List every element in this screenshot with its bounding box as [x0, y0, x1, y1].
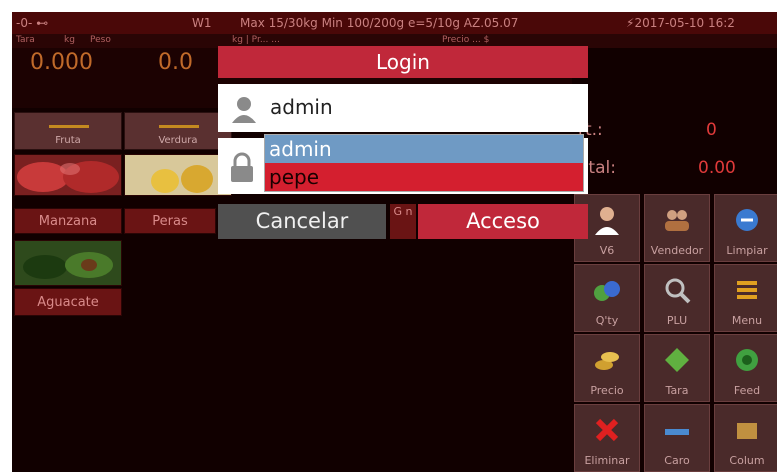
kg-header: kg: [64, 35, 75, 45]
product-peras[interactable]: Peras: [124, 208, 216, 234]
menu-button[interactable]: Menu: [714, 264, 777, 332]
pears-icon: [125, 155, 231, 195]
dropdown-option-admin[interactable]: admin: [265, 135, 583, 163]
apples-icon: [15, 155, 121, 195]
category-label: Fruta: [55, 135, 81, 146]
status-icons: -0- ⊷: [16, 16, 49, 30]
category-label: Verdura: [158, 135, 198, 146]
lock-icon: [231, 152, 253, 182]
colum-button[interactable]: Colum: [714, 404, 777, 472]
category-fruta[interactable]: Fruta: [14, 112, 122, 150]
magnifier-icon: [665, 278, 691, 304]
access-button[interactable]: Acceso: [418, 204, 588, 239]
quantity-icon: [594, 281, 620, 301]
sellers-icon: [665, 210, 689, 231]
partial-background-button: G n: [390, 204, 416, 239]
category-bar-icon: [159, 125, 199, 128]
peso-readout: 0.0: [158, 50, 193, 75]
button-label: Eliminar: [584, 454, 630, 467]
plu-button[interactable]: PLU: [644, 264, 710, 332]
menu-list-icon: [737, 281, 757, 299]
peso-header: Peso: [90, 35, 111, 45]
status-bar: -0- ⊷ W1 Max 15/30kg Min 100/200g e=5/10…: [12, 12, 777, 34]
feed-button[interactable]: Feed: [714, 334, 777, 402]
user-icon: [595, 207, 619, 235]
username-dropdown: admin pepe: [264, 134, 584, 192]
username-value: admin: [270, 95, 333, 119]
login-dialog: Login admin admin pepe Cancelar G n Acce…: [218, 46, 588, 239]
user-icon: [232, 97, 256, 123]
button-label: Caro: [664, 454, 690, 467]
caro-button[interactable]: Caro: [644, 404, 710, 472]
precio-button[interactable]: Precio: [574, 334, 640, 402]
feed-icon: [736, 349, 758, 371]
tara-readout: 0.000: [30, 50, 93, 75]
product-image-aguacate[interactable]: [14, 240, 122, 286]
vendedor-button[interactable]: Vendedor: [644, 194, 710, 262]
button-label: Feed: [733, 384, 761, 397]
button-label: PLU: [666, 314, 688, 327]
limpiar-button[interactable]: Limpiar: [714, 194, 777, 262]
category-verdura[interactable]: Verdura: [124, 112, 232, 150]
tara-button[interactable]: Tara: [644, 334, 710, 402]
cart-value: 0: [706, 120, 717, 140]
clean-icon: [736, 209, 758, 231]
total-value: 0.00: [698, 158, 736, 178]
product-image-manzana[interactable]: [14, 154, 122, 196]
precio-header: Precio ... $: [442, 35, 490, 45]
avocado-icon: [15, 241, 121, 285]
datetime-text: 2017-05-10 16:2: [634, 16, 735, 30]
product-manzana[interactable]: Manzana: [14, 208, 122, 234]
tare-icon: [665, 348, 689, 372]
login-title: Login: [218, 46, 588, 78]
button-label: Tara: [665, 384, 689, 397]
eliminar-button[interactable]: Eliminar: [574, 404, 640, 472]
box-icon: [737, 423, 757, 439]
scale-icon: [665, 429, 689, 435]
button-label: Limpiar: [726, 244, 768, 257]
datetime: ⚡2017-05-10 16:2: [626, 16, 735, 30]
button-label: Precio: [590, 384, 624, 397]
product-image-peras[interactable]: [124, 154, 232, 196]
dropdown-option-pepe[interactable]: pepe: [265, 163, 583, 191]
price-header: kg | Pr... ...: [232, 35, 280, 45]
username-field[interactable]: admin: [218, 84, 588, 132]
button-label: Q'ty: [595, 314, 619, 327]
button-label: Menu: [731, 314, 763, 327]
cancel-button[interactable]: Cancelar: [218, 204, 386, 239]
delete-x-icon: [595, 418, 619, 442]
button-label: Vendedor: [650, 244, 704, 257]
button-label: Colum: [729, 454, 765, 467]
pos-screen: -0- ⊷ W1 Max 15/30kg Min 100/200g e=5/10…: [12, 12, 777, 472]
product-aguacate[interactable]: Aguacate: [14, 288, 122, 316]
category-bar-icon: [49, 125, 89, 128]
tara-header: Tara: [16, 35, 35, 45]
scale-spec: Max 15/30kg Min 100/200g e=5/10g AZ.05.0…: [240, 16, 519, 30]
quantity-button[interactable]: Q'ty: [574, 264, 640, 332]
scale-id: W1: [192, 16, 212, 30]
button-label: V6: [599, 244, 615, 257]
coins-icon: [595, 352, 619, 370]
